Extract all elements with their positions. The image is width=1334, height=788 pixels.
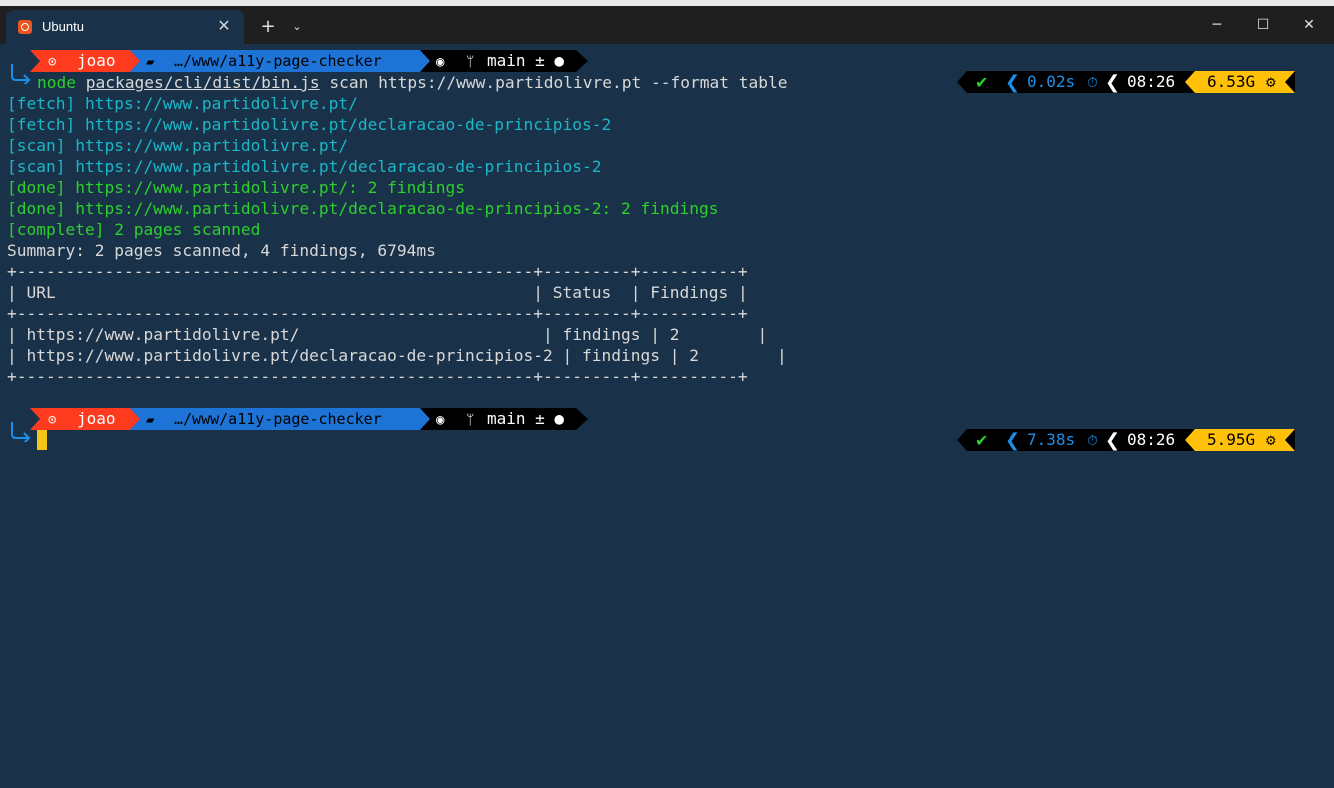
prompt-connector-icon — [11, 422, 31, 442]
summary-line: Summary: 2 pages scanned, 4 findings, 67… — [7, 241, 436, 260]
cell-url: https://www.partidolivre.pt/declaracao-d… — [26, 346, 553, 365]
output-line: [scan] https://www.partidolivre.pt/decla… — [7, 157, 602, 176]
column-header-findings: Findings — [650, 283, 729, 302]
branch-icon: ᛘ — [466, 54, 474, 70]
memory: 6.53G — [1207, 72, 1255, 91]
check-icon: ✔ — [975, 73, 988, 92]
duration: 7.38s — [1027, 430, 1075, 449]
prompt-user: joao — [77, 409, 116, 428]
chevron-left-icon: ❮ — [1005, 430, 1020, 451]
command-args: scan https://www.partidolivre.pt --forma… — [329, 73, 788, 92]
tab-title: Ubuntu — [42, 19, 84, 34]
chevron-left-icon: ❮ — [1105, 430, 1120, 451]
prompt-branch: main ± ● — [487, 51, 564, 70]
cell-status: findings — [562, 325, 641, 344]
table-row: | https://www.partidolivre.pt/declaracao… — [7, 346, 787, 365]
prompt-1-left: ⊙ joao ▰ …/www/a11y-page-checker ◉ ᛘ mai… — [30, 50, 588, 72]
command-prefix: node — [37, 73, 76, 92]
prompt-branch: main ± ● — [487, 409, 564, 428]
duration: 0.02s — [1027, 72, 1075, 91]
clock: 08:26 — [1127, 72, 1175, 91]
maximize-button[interactable]: ☐ — [1240, 12, 1286, 38]
clock: 08:26 — [1127, 430, 1175, 449]
cell-findings: 2 — [689, 346, 699, 365]
github-icon: ◉ — [436, 54, 445, 70]
prompt-user: joao — [77, 51, 116, 70]
folder-icon: ▰ — [146, 412, 155, 428]
chip-icon: ⚙ — [1265, 434, 1277, 449]
timer-icon: ⏱ — [1087, 75, 1098, 91]
ubuntu-icon: ⊙ — [48, 54, 57, 70]
column-header-url: URL — [26, 283, 56, 302]
cell-status: findings — [582, 346, 660, 365]
chevron-left-icon: ❮ — [1105, 72, 1120, 93]
cell-url: https://www.partidolivre.pt/ — [26, 325, 300, 344]
timer-icon: ⏱ — [1087, 433, 1098, 449]
title-bar: Ubuntu ✕ + ⌄ ─ ☐ ✕ — [0, 6, 1334, 44]
close-window-button[interactable]: ✕ — [1286, 12, 1332, 38]
output-line: [done] https://www.partidolivre.pt/decla… — [7, 199, 719, 218]
text-cursor — [37, 430, 47, 450]
command-line[interactable]: node packages/cli/dist/bin.js scan https… — [37, 72, 787, 93]
table-border: +---------------------------------------… — [7, 367, 748, 386]
ubuntu-icon — [18, 20, 32, 34]
branch-icon: ᛘ — [466, 412, 474, 428]
output-line: [fetch] https://www.partidolivre.pt/decl… — [7, 115, 612, 134]
minimize-button[interactable]: ─ — [1194, 12, 1240, 38]
chip-icon: ⚙ — [1265, 76, 1277, 91]
tab-ubuntu[interactable]: Ubuntu ✕ — [6, 10, 244, 44]
output-line: [fetch] https://www.partidolivre.pt/ — [7, 94, 358, 113]
terminal[interactable]: ⊙ joao ▰ …/www/a11y-page-checker ◉ ᛘ mai… — [0, 44, 1334, 788]
github-icon: ◉ — [436, 412, 445, 428]
chevron-left-icon: ❮ — [1005, 72, 1020, 93]
ubuntu-icon: ⊙ — [48, 412, 57, 428]
prompt-path: …/www/a11y-page-checker — [174, 410, 382, 428]
table-row: | https://www.partidolivre.pt/ | finding… — [7, 325, 768, 344]
prompt-1-right: ✔ ❮ 0.02s ⏱ ❮ 08:26 6.53G ⚙ — [957, 71, 1295, 93]
scrollbar[interactable] — [1326, 44, 1334, 788]
table-border: +---------------------------------------… — [7, 262, 748, 281]
column-header-status: Status — [552, 283, 612, 302]
output-line: [done] https://www.partidolivre.pt/: 2 f… — [7, 178, 466, 197]
new-tab-button[interactable]: + — [256, 16, 280, 38]
tab-close-icon[interactable]: ✕ — [214, 16, 234, 36]
command-path: packages/cli/dist/bin.js — [85, 73, 320, 92]
chevron-down-icon[interactable]: ⌄ — [286, 16, 308, 38]
output-line: [scan] https://www.partidolivre.pt/ — [7, 136, 349, 155]
check-icon: ✔ — [975, 431, 988, 450]
table-header: | URL | Status | Findings | — [7, 283, 748, 302]
prompt-2-left: ⊙ joao ▰ …/www/a11y-page-checker ◉ ᛘ mai… — [30, 408, 588, 430]
cell-findings: 2 — [669, 325, 680, 344]
table-border: +---------------------------------------… — [7, 304, 748, 323]
output-line: [complete] 2 pages scanned — [7, 220, 261, 239]
prompt-path: …/www/a11y-page-checker — [174, 52, 382, 70]
folder-icon: ▰ — [146, 54, 155, 70]
prompt-connector-icon — [11, 64, 31, 84]
prompt-2-right: ✔ ❮ 7.38s ⏱ ❮ 08:26 5.95G ⚙ — [957, 429, 1295, 451]
memory: 5.95G — [1207, 430, 1255, 449]
